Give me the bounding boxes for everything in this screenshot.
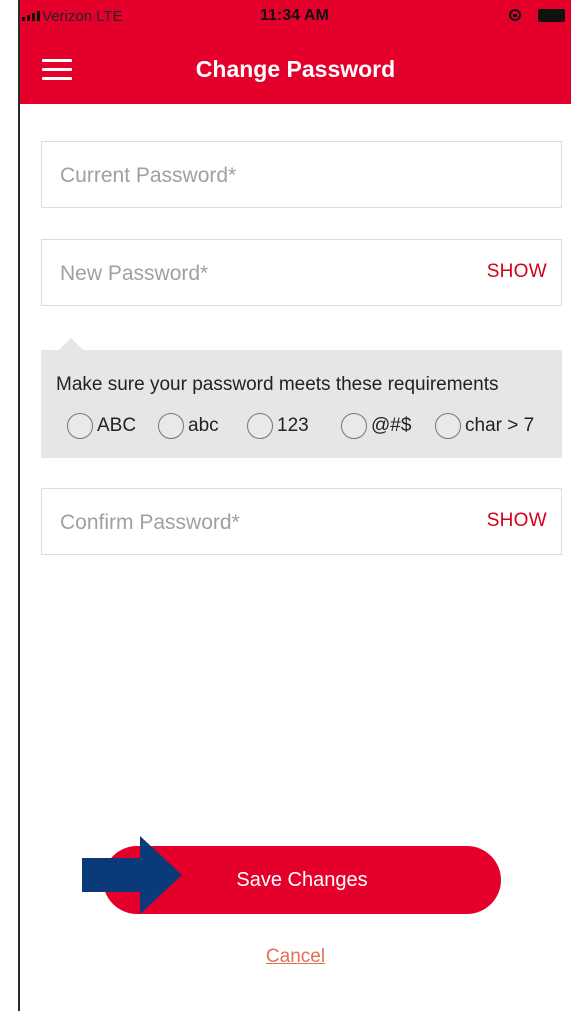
requirement-label: char > 7: [465, 415, 535, 436]
requirement-unmet-circle-icon: [67, 413, 93, 439]
requirement-label: abc: [188, 415, 219, 436]
requirement-label: @#$: [371, 415, 412, 436]
requirement-unmet-circle-icon: [341, 413, 367, 439]
password-requirements-panel: Make sure your password meets these requ…: [41, 338, 562, 458]
requirements-text: Make sure your password meets these requ…: [56, 374, 499, 395]
confirm-password-field[interactable]: SHOW: [41, 488, 562, 556]
new-password-show-button[interactable]: SHOW: [487, 261, 547, 283]
requirement-number: 123: [247, 413, 309, 439]
phone-screen: Verizon LTE 11:34 AM Change Password SHO…: [18, 0, 571, 1011]
page-title: Change Password: [195, 56, 396, 82]
current-password-input[interactable]: [58, 142, 462, 209]
requirement-unmet-circle-icon: [158, 413, 184, 439]
signal-strength-icon: [22, 11, 40, 21]
app-header: Verizon LTE 11:34 AM Change Password: [20, 0, 571, 104]
requirement-unmet-circle-icon: [247, 413, 273, 439]
current-password-field[interactable]: [41, 141, 562, 209]
confirm-password-input[interactable]: [58, 489, 462, 556]
requirement-label: ABC: [97, 415, 137, 436]
battery-icon: [538, 9, 565, 22]
rotation-lock-icon: [509, 9, 521, 21]
requirement-label: 123: [277, 415, 309, 436]
requirement-lowercase: abc: [158, 413, 219, 439]
carrier-label: Verizon LTE: [42, 8, 123, 25]
cancel-link[interactable]: Cancel: [20, 946, 571, 968]
requirement-length: char > 7: [435, 413, 534, 439]
new-password-input[interactable]: [58, 240, 462, 307]
confirm-password-show-button[interactable]: SHOW: [487, 510, 547, 532]
clock: 11:34 AM: [260, 7, 329, 24]
requirement-special-char: @#$: [341, 413, 411, 439]
requirement-unmet-circle-icon: [435, 413, 461, 439]
new-password-field[interactable]: SHOW: [41, 239, 562, 307]
requirement-uppercase: ABC: [67, 413, 136, 439]
status-bar: Verizon LTE 11:34 AM: [20, 0, 571, 34]
annotation-arrow-icon: [82, 836, 182, 914]
